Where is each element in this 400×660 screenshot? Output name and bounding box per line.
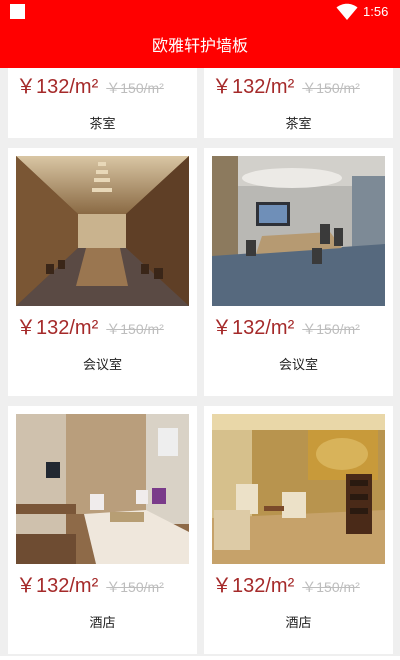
product-card-hotel-1[interactable]: ￥132/m² ￥150/m² 酒店	[8, 406, 197, 654]
app-bar: 欧雅轩护墙板	[0, 24, 400, 68]
product-image[interactable]	[212, 414, 385, 564]
price-row: ￥132/m² ￥150/m²	[212, 311, 387, 341]
clock: 1:56	[363, 4, 389, 19]
original-price: ￥150/m²	[302, 321, 360, 337]
original-price: ￥150/m²	[106, 80, 164, 96]
status-bar: 1:56	[0, 0, 400, 24]
price: ￥132/m²	[16, 76, 99, 98]
price: ￥132/m²	[212, 76, 295, 98]
price-row: ￥132/m² ￥150/m²	[16, 569, 191, 599]
product-list[interactable]: ￥132/m² ￥150/m² 茶室 ￥132/m² ￥150/m² 茶室 ￥1…	[0, 68, 400, 660]
price: ￥132/m²	[16, 317, 99, 339]
original-price: ￥150/m²	[106, 321, 164, 337]
price-row: ￥132/m² ￥150/m²	[212, 569, 387, 599]
product-card-tearoom-1[interactable]: ￥132/m² ￥150/m² 茶室	[8, 68, 197, 138]
product-label: 酒店	[285, 616, 312, 631]
bottom-edge	[0, 656, 400, 660]
page-title: 欧雅轩护墙板	[151, 36, 248, 55]
notification-icon	[10, 4, 25, 19]
original-price: ￥150/m²	[302, 579, 360, 595]
product-image[interactable]	[16, 156, 189, 306]
price-row: ￥132/m² ￥150/m²	[16, 311, 191, 341]
price-row: ￥132/m² ￥150/m²	[212, 70, 387, 100]
product-image[interactable]	[16, 414, 189, 564]
product-label: 酒店	[89, 616, 116, 631]
product-label: 茶室	[285, 117, 312, 132]
product-card-hotel-2[interactable]: ￥132/m² ￥150/m² 酒店	[204, 406, 393, 654]
wifi-icon	[336, 3, 358, 20]
product-label: 茶室	[89, 117, 116, 132]
product-label: 会议室	[278, 358, 318, 373]
price-row: ￥132/m² ￥150/m²	[16, 70, 191, 100]
product-label: 会议室	[82, 358, 122, 373]
product-image[interactable]	[212, 156, 385, 306]
price: ￥132/m²	[212, 317, 295, 339]
original-price: ￥150/m²	[106, 579, 164, 595]
price: ￥132/m²	[16, 575, 99, 597]
product-card-meeting-room-2[interactable]: ￥132/m² ￥150/m² 会议室	[204, 148, 393, 396]
original-price: ￥150/m²	[302, 80, 360, 96]
price: ￥132/m²	[212, 575, 295, 597]
product-card-meeting-room-1[interactable]: ￥132/m² ￥150/m² 会议室	[8, 148, 197, 396]
product-card-tearoom-2[interactable]: ￥132/m² ￥150/m² 茶室	[204, 68, 393, 138]
